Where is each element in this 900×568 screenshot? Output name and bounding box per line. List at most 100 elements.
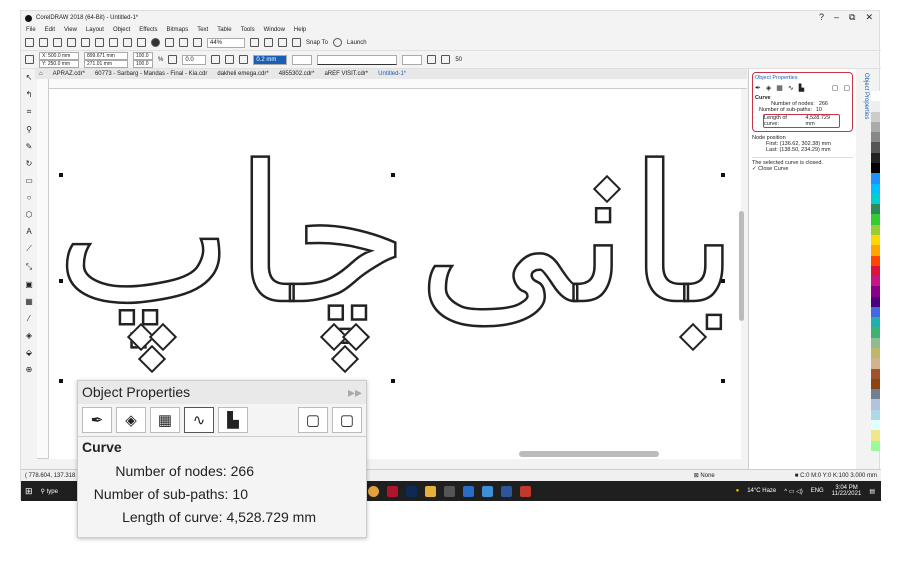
guidelines-icon[interactable]: [292, 38, 301, 47]
palette-swatch[interactable]: [871, 121, 880, 133]
outline-indicator[interactable]: ■ C:0 M:0 Y:0 K:100 3.000 mm: [795, 473, 877, 479]
outline-pen-icon[interactable]: ✒: [82, 407, 112, 433]
tab-aref-visit[interactable]: aREF VISIT.cdr*: [324, 71, 368, 77]
rotation-input[interactable]: 0.0: [182, 54, 207, 65]
publish-icon[interactable]: [193, 38, 202, 47]
selection-handle[interactable]: [721, 279, 725, 283]
minimize-button[interactable]: –: [834, 12, 839, 23]
palette-swatch[interactable]: [871, 255, 880, 266]
search-content-icon[interactable]: [151, 38, 160, 47]
expand-icon[interactable]: ▸▸: [348, 384, 362, 401]
palette-swatch[interactable]: [871, 420, 880, 431]
start-arrow-select[interactable]: [292, 54, 313, 65]
summary-icon[interactable]: ▢: [332, 407, 362, 433]
text-tool-icon[interactable]: A: [26, 227, 31, 236]
menu-help[interactable]: Help: [294, 27, 306, 33]
eyedropper-icon[interactable]: ⁄: [28, 314, 29, 323]
full-screen-icon[interactable]: [250, 38, 259, 47]
text-wrap-icon[interactable]: [441, 55, 451, 64]
palette-swatch[interactable]: [871, 327, 880, 338]
palette-swatch[interactable]: [871, 214, 880, 225]
ellipse-tool-icon[interactable]: ○: [27, 193, 32, 202]
menu-text[interactable]: Text: [197, 27, 208, 33]
selection-handle[interactable]: [59, 379, 63, 383]
palette-swatch[interactable]: [871, 286, 880, 297]
tray-icons[interactable]: ^ ▭ ◁): [784, 488, 802, 495]
smoothing-value[interactable]: 50: [455, 57, 462, 63]
paste-icon[interactable]: [109, 38, 118, 47]
palette-swatch[interactable]: [871, 265, 880, 277]
palette-swatch[interactable]: [871, 378, 880, 390]
restore-button[interactable]: ⧉: [849, 12, 855, 23]
notifications-icon[interactable]: ▤: [869, 488, 875, 495]
palette-swatch[interactable]: [871, 111, 880, 122]
transparency-icon[interactable]: ▦: [150, 407, 180, 433]
clock[interactable]: 3:04 PM 11/22/2021: [832, 485, 862, 497]
outline-pen-icon[interactable]: ✒: [755, 84, 761, 92]
menu-object[interactable]: Object: [113, 27, 130, 33]
undo-icon[interactable]: [123, 38, 132, 47]
summary-icon[interactable]: ▢: [843, 84, 850, 92]
docker-side-tab[interactable]: Object Properties: [857, 73, 869, 153]
fill-icon[interactable]: ◈: [116, 407, 146, 433]
transparency-icon[interactable]: ▦: [776, 84, 783, 92]
snap-to-dropdown[interactable]: Snap To: [306, 40, 328, 46]
add-tool-icon[interactable]: ⊕: [26, 365, 33, 374]
taskbar-app-icon[interactable]: [462, 485, 474, 497]
curve-icon[interactable]: ∿: [788, 84, 794, 92]
palette-swatch[interactable]: [871, 152, 880, 163]
palette-swatch[interactable]: [871, 306, 880, 318]
palette-swatch[interactable]: [871, 337, 880, 349]
copy-icon[interactable]: [95, 38, 104, 47]
palette-swatch[interactable]: [871, 276, 880, 287]
palette-swatch[interactable]: [871, 399, 880, 410]
palette-swatch[interactable]: [871, 368, 880, 379]
outline-width-input[interactable]: 0.2 mm: [253, 54, 288, 65]
close-button[interactable]: ✕: [865, 12, 873, 23]
palette-swatch[interactable]: [871, 142, 880, 153]
word-icon[interactable]: [500, 485, 512, 497]
taskbar-app-icon[interactable]: [519, 485, 531, 497]
palette-swatch[interactable]: [871, 132, 880, 143]
y-position-input[interactable]: Y: 250.0 mm: [39, 59, 79, 68]
file-explorer-icon[interactable]: [424, 485, 436, 497]
telegram-icon[interactable]: [481, 485, 493, 497]
object-origin-icon[interactable]: [25, 55, 34, 64]
palette-swatch[interactable]: [871, 409, 880, 420]
tab-dakheli[interactable]: dakheli emega.cdr*: [217, 71, 268, 77]
palette-swatch[interactable]: [871, 358, 880, 369]
home-icon[interactable]: ⌂: [39, 71, 43, 77]
palette-swatch[interactable]: [871, 183, 880, 194]
interactive-fill-icon[interactable]: ◈: [26, 331, 32, 340]
palette-swatch[interactable]: [871, 440, 880, 451]
launch-dropdown[interactable]: Launch: [347, 40, 367, 46]
help-button[interactable]: ?: [819, 12, 824, 23]
save-icon[interactable]: [53, 38, 62, 47]
palette-swatch[interactable]: [871, 173, 880, 184]
width-input[interactable]: 899.671 mm: [84, 51, 128, 60]
redo-icon[interactable]: [137, 38, 146, 47]
palette-swatch[interactable]: [871, 245, 880, 256]
selection-handle[interactable]: [721, 379, 725, 383]
selection-handle[interactable]: [391, 173, 395, 177]
bitmap-icon[interactable]: ▙: [218, 407, 248, 433]
vertical-ruler[interactable]: [37, 79, 49, 459]
palette-swatch[interactable]: [871, 296, 880, 307]
shape-tool-icon[interactable]: ↰: [26, 90, 33, 99]
vertical-scrollbar[interactable]: [739, 211, 744, 321]
tab-sarbarg[interactable]: 60773 - Sarbarg - Mandas - Final - Kia.c…: [95, 71, 207, 77]
coreldraw-icon[interactable]: [443, 485, 455, 497]
align-icon[interactable]: [225, 55, 235, 64]
selection-handle[interactable]: [721, 173, 725, 177]
palette-swatch[interactable]: [871, 430, 880, 441]
polygon-tool-icon[interactable]: ⬡: [26, 210, 33, 219]
tab-4855302[interactable]: 4855302.cdr*: [279, 71, 315, 77]
palette-swatch[interactable]: [871, 234, 880, 246]
chrome-icon[interactable]: [367, 485, 379, 497]
line-style-select[interactable]: [317, 54, 398, 65]
menu-view[interactable]: View: [64, 27, 77, 33]
photoshop-icon[interactable]: [405, 485, 417, 497]
close-curve-icon[interactable]: [427, 55, 437, 64]
curve-icon[interactable]: ∿: [184, 407, 214, 433]
fill-indicator[interactable]: ⊠ None: [694, 472, 715, 479]
